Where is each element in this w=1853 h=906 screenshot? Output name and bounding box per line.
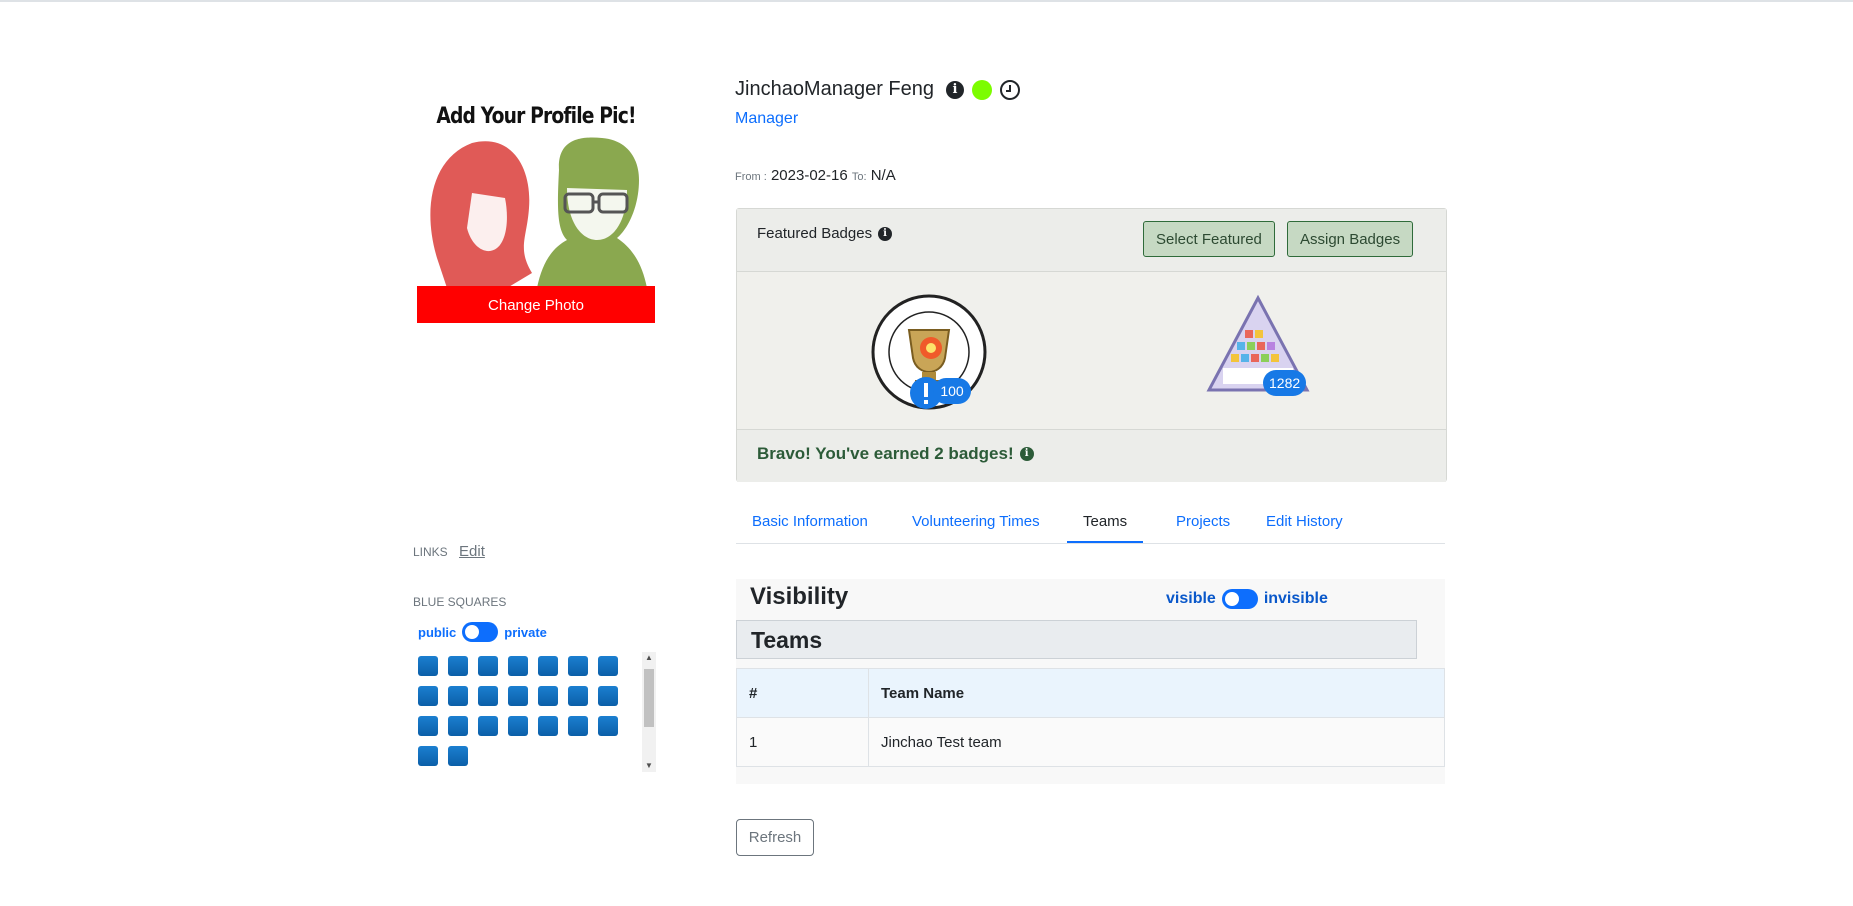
blue-square[interactable]	[598, 686, 618, 706]
tab-volunteering-times[interactable]: Volunteering Times	[896, 508, 1056, 542]
top-divider	[0, 0, 1853, 2]
public-label: public	[418, 624, 457, 640]
status-dot-icon[interactable]	[972, 79, 993, 100]
blue-square[interactable]	[448, 716, 468, 736]
blue-square[interactable]	[448, 686, 468, 706]
info-icon[interactable]: i	[946, 80, 965, 99]
user-role-link[interactable]: Manager	[735, 110, 798, 128]
visible-label: visible	[1166, 590, 1216, 607]
to-label: To:	[851, 171, 867, 183]
to-date: N/A	[870, 167, 896, 184]
badge-count: 1282	[1263, 370, 1307, 396]
blue-square[interactable]	[568, 686, 588, 706]
blue-square[interactable]	[508, 716, 528, 736]
select-featured-button[interactable]: Select Featured	[1143, 221, 1275, 257]
column-header-number: #	[736, 668, 869, 718]
change-photo-button[interactable]: Change Photo	[417, 286, 655, 323]
blue-square[interactable]	[538, 686, 558, 706]
from-date: 2023-02-16	[770, 167, 848, 184]
tab-edit-history[interactable]: Edit History	[1250, 508, 1359, 542]
badge-count: 100	[933, 378, 971, 404]
blue-square[interactable]	[538, 656, 558, 676]
earned-badges-text: Bravo! You've earned 2 badges! i	[757, 444, 1034, 464]
blue-square[interactable]	[508, 686, 528, 706]
clock-icon[interactable]	[1000, 79, 1021, 100]
info-icon[interactable]: i	[878, 226, 893, 241]
blue-square[interactable]	[418, 686, 438, 706]
badges-footer: Bravo! You've earned 2 badges! i	[737, 429, 1446, 482]
scroll-thumb[interactable]	[644, 669, 654, 727]
blue-square[interactable]	[418, 656, 438, 676]
teams-header: Teams	[736, 620, 1417, 659]
blue-square[interactable]	[478, 656, 498, 676]
blue-square[interactable]	[538, 716, 558, 736]
photo-title: Add Your Profile Pic!	[436, 104, 636, 129]
teams-panel: Visibility visible invisible Teams # Tea…	[736, 579, 1445, 784]
scroll-down-icon[interactable]: ▼	[642, 760, 656, 772]
blue-square[interactable]	[508, 656, 528, 676]
table-row: 1 Jinchao Test team	[736, 717, 1445, 767]
earned-badges-message: Bravo! You've earned 2 badges!	[757, 444, 1014, 463]
refresh-button[interactable]: Refresh	[736, 819, 814, 856]
profile-tabs: Basic Information Volunteering Times Tea…	[736, 508, 1445, 544]
blue-square[interactable]	[568, 656, 588, 676]
visibility-title: Visibility	[750, 583, 849, 610]
private-label: private	[504, 624, 547, 640]
from-label: From :	[735, 171, 767, 183]
assign-badges-button[interactable]: Assign Badges	[1287, 221, 1414, 257]
blue-square[interactable]	[448, 746, 468, 766]
blue-square[interactable]	[598, 716, 618, 736]
links-section: LINKS Edit	[413, 543, 485, 560]
blue-squares-privacy-toggle: public private	[418, 622, 547, 642]
table-header-row: # Team Name	[736, 668, 1445, 718]
privacy-switch[interactable]	[462, 622, 499, 642]
links-label: LINKS	[413, 545, 448, 559]
visibility-row: Visibility visible invisible	[750, 583, 1430, 613]
blue-squares-scrollbar[interactable]: ▲ ▼	[642, 652, 656, 772]
teams-table: # Team Name 1 Jinchao Test team	[736, 668, 1445, 767]
scroll-up-icon[interactable]: ▲	[642, 652, 656, 664]
tab-projects[interactable]: Projects	[1160, 508, 1246, 542]
tab-teams[interactable]: Teams	[1067, 508, 1144, 543]
tab-basic-information[interactable]: Basic Information	[736, 508, 884, 542]
blue-squares-title: BLUE SQUARES	[413, 595, 507, 609]
date-range: From : 2023-02-16 To: N/A	[735, 167, 896, 184]
teams-title: Teams	[751, 627, 823, 653]
blue-square[interactable]	[478, 716, 498, 736]
blue-square[interactable]	[478, 686, 498, 706]
badges-list: 100 1282	[737, 272, 1446, 422]
team-name: Jinchao Test team	[868, 717, 1445, 767]
invisible-label: invisible	[1263, 590, 1328, 607]
column-header-team-name: Team Name	[868, 668, 1445, 718]
featured-badges-card: Featured Badges i Select Featured Assign…	[736, 208, 1447, 482]
blue-squares-grid	[418, 656, 648, 766]
links-edit-link[interactable]: Edit	[459, 543, 485, 560]
blue-square[interactable]	[418, 716, 438, 736]
badges-title-text: Featured Badges	[757, 225, 873, 242]
badges-header: Featured Badges i Select Featured Assign…	[737, 209, 1446, 272]
badge-personal-max[interactable]: 100	[869, 292, 989, 412]
badge-100-hours[interactable]: 1282	[1203, 294, 1313, 404]
visibility-toggle: visible invisible	[1166, 589, 1328, 609]
info-icon[interactable]: i	[1019, 447, 1034, 461]
profile-header: JinchaoManager Feng i	[735, 78, 1021, 101]
blue-square[interactable]	[448, 656, 468, 676]
badges-title: Featured Badges i	[757, 225, 893, 242]
visibility-switch[interactable]	[1221, 589, 1258, 609]
blue-squares-list: ▲ ▼	[412, 652, 658, 772]
team-number: 1	[736, 717, 869, 767]
blue-square[interactable]	[568, 716, 588, 736]
profile-photo[interactable]: Add Your Profile Pic! Change Photo	[417, 98, 655, 323]
blue-square[interactable]	[598, 656, 618, 676]
user-name: JinchaoManager Feng	[735, 78, 935, 100]
blue-square[interactable]	[418, 746, 438, 766]
